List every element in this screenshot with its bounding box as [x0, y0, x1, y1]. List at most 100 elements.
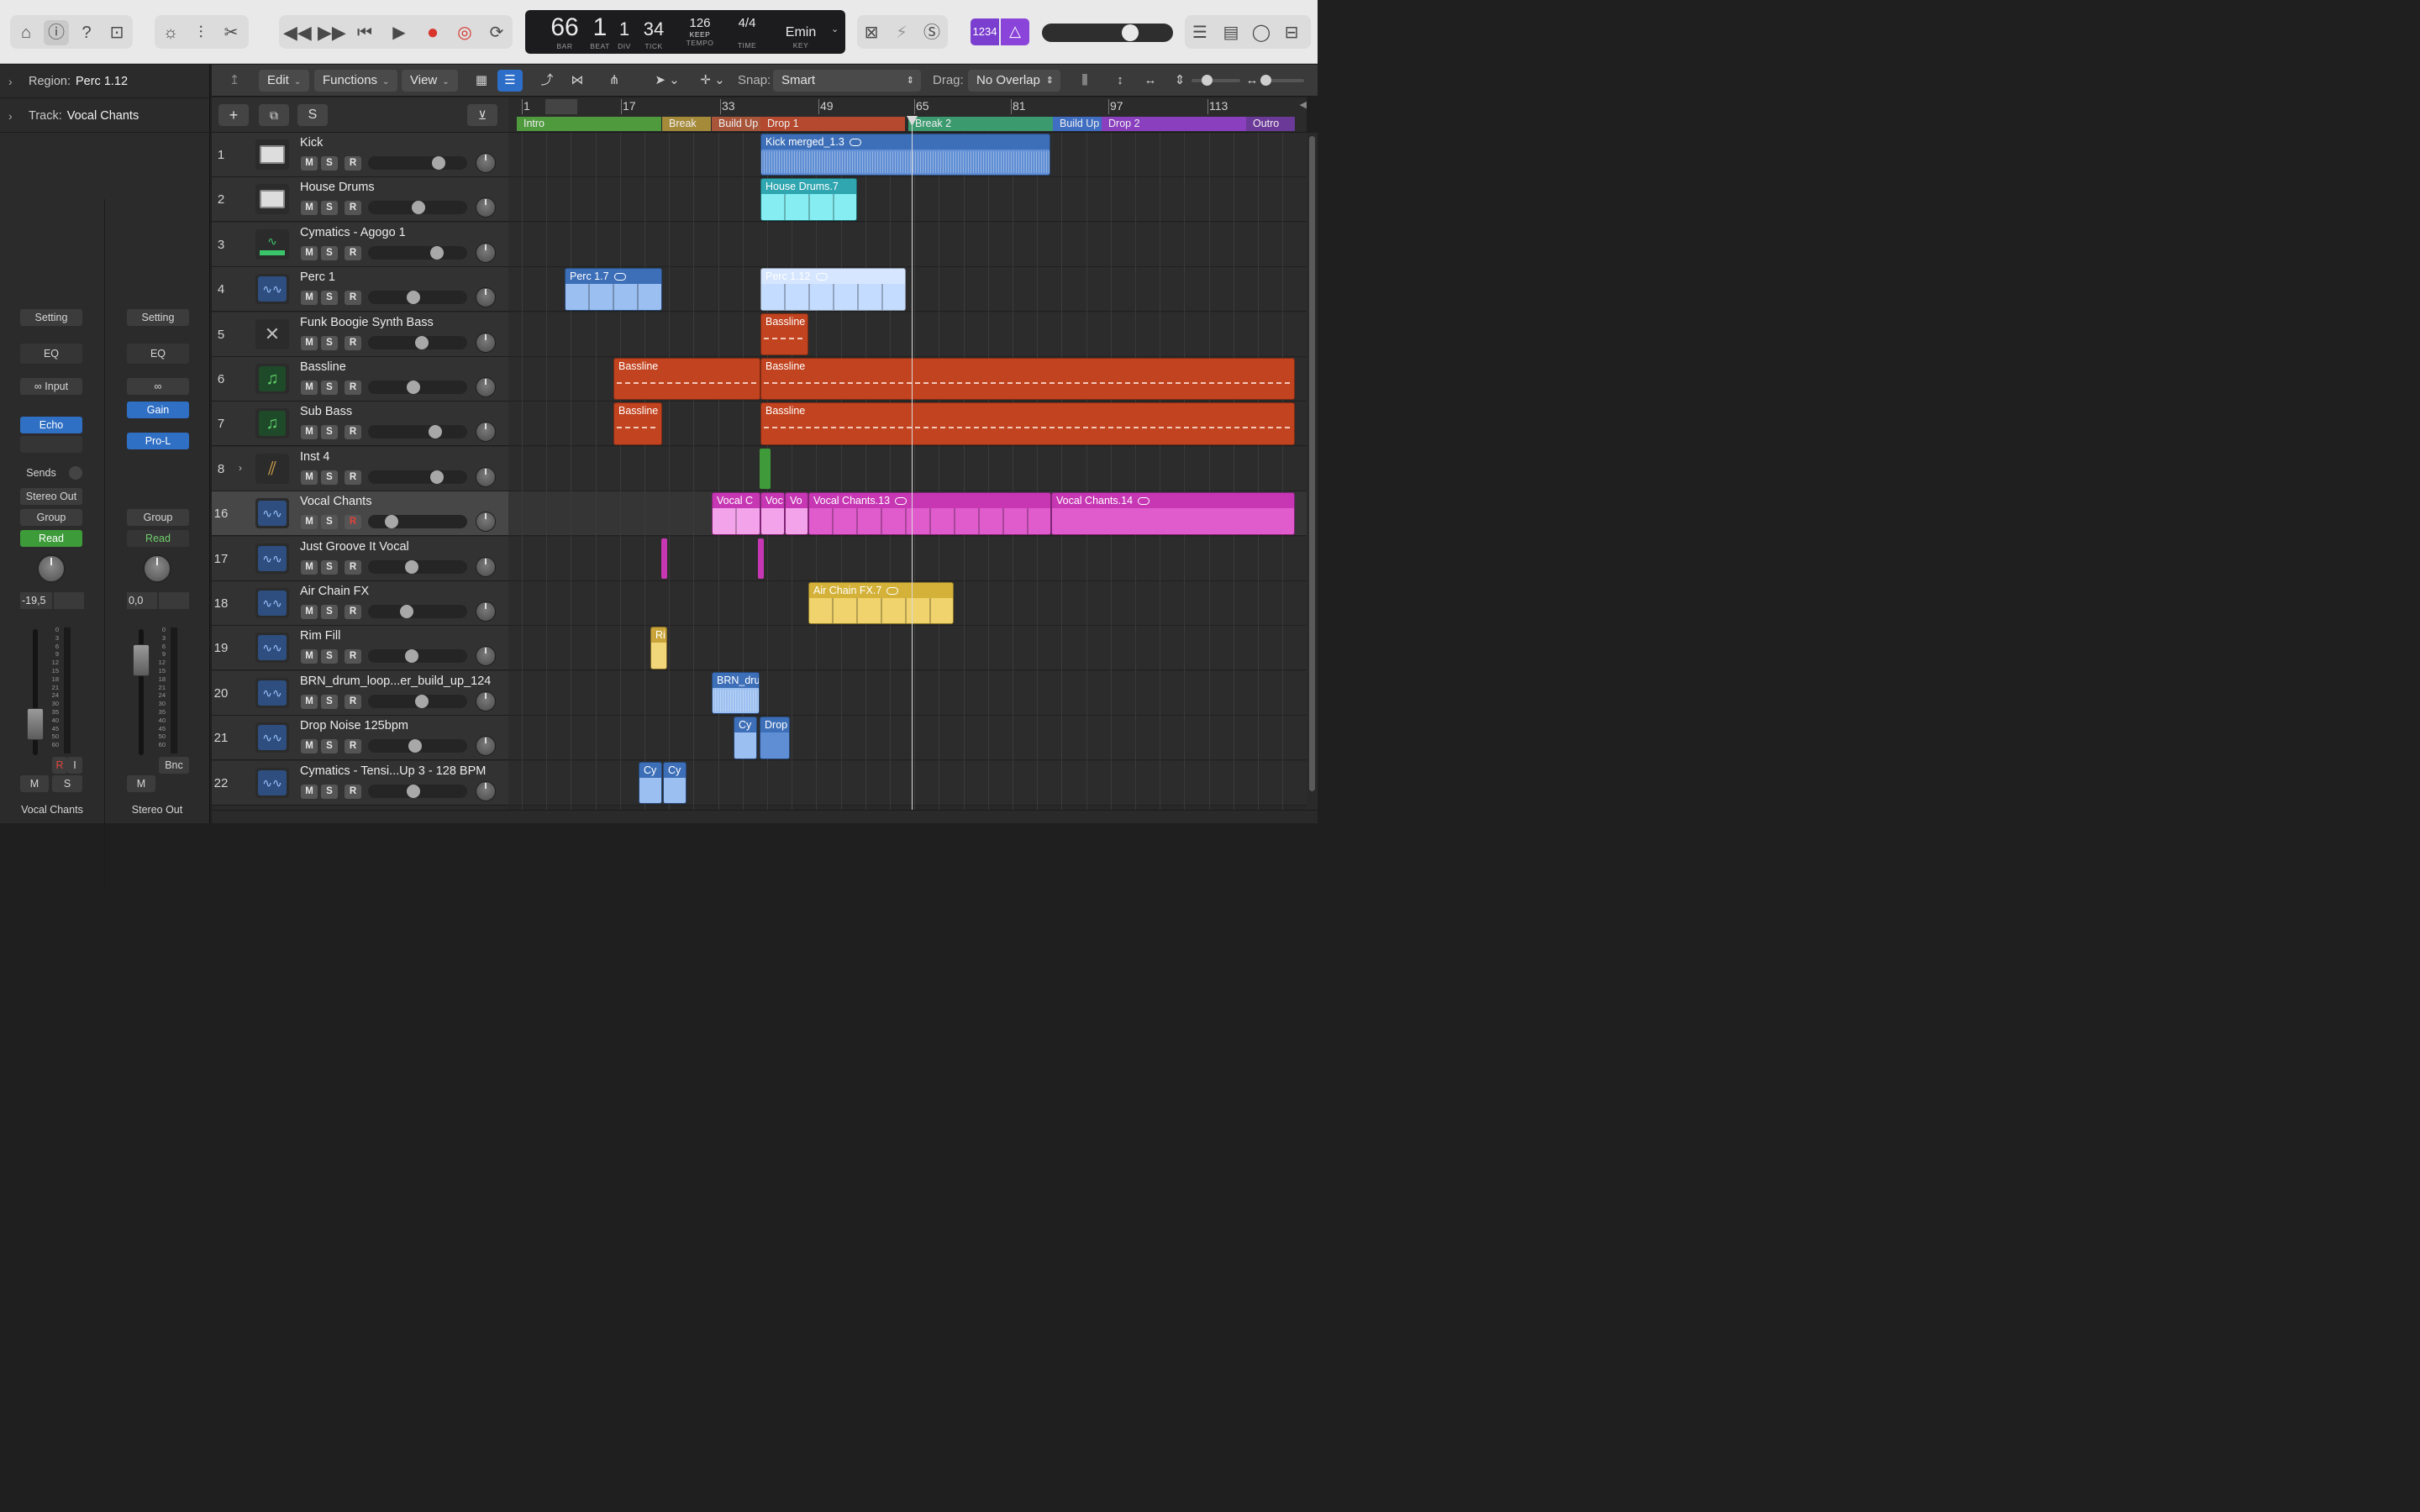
volume-readout[interactable]: 0,0: [127, 592, 157, 609]
duplicate-track-icon[interactable]: ⧉: [259, 104, 289, 126]
region-just-groove-it-vocal[interactable]: [758, 538, 764, 579]
track-volume-slider[interactable]: [368, 156, 467, 170]
track-lane[interactable]: [508, 222, 1307, 267]
track-volume-knob[interactable]: [432, 156, 445, 170]
record-icon[interactable]: ●: [420, 20, 445, 45]
track-mute-button[interactable]: M: [301, 694, 318, 709]
track-solo-button[interactable]: S: [321, 649, 338, 664]
marker-drop-2[interactable]: Drop 2: [1102, 117, 1246, 131]
region-inspector-header[interactable]: › Region: Perc 1.12: [0, 65, 210, 98]
record-enable-button[interactable]: R: [52, 757, 67, 774]
track-pan-knob[interactable]: [476, 736, 496, 757]
secondary-tool-icon[interactable]: ✛ ⌄: [696, 70, 729, 92]
pan-knob[interactable]: [143, 554, 171, 583]
track-volume-slider[interactable]: [368, 425, 467, 439]
lcd-dropdown-icon[interactable]: ⌄: [831, 24, 839, 34]
region-house-drums[interactable]: House Drums.7: [760, 178, 857, 221]
count-in-button[interactable]: 1234: [971, 18, 999, 45]
playhead[interactable]: [912, 118, 913, 810]
track-mute-button[interactable]: M: [301, 515, 318, 530]
automation-mode-button[interactable]: Read: [20, 530, 82, 547]
track-pan-knob[interactable]: [476, 512, 496, 533]
eq-button[interactable]: EQ: [20, 344, 82, 364]
tuner-icon[interactable]: ⚡: [889, 20, 914, 45]
grid-view-icon[interactable]: ▦: [469, 70, 494, 92]
waveform-icon[interactable]: ∿∿: [255, 722, 289, 753]
marker-break[interactable]: Break: [662, 117, 711, 131]
volume-fader-cap[interactable]: [133, 644, 150, 676]
drum-machine-icon[interactable]: [255, 184, 289, 215]
track-volume-knob[interactable]: [415, 335, 429, 349]
track-record-button[interactable]: R: [345, 156, 361, 171]
track-volume-slider[interactable]: [368, 291, 467, 305]
waveform-icon[interactable]: ∿∿: [255, 677, 289, 708]
region-vocal-chants[interactable]: Vocal C: [712, 492, 760, 535]
vertical-zoom-slider[interactable]: [1192, 75, 1240, 86]
marker-intro[interactable]: Intro: [517, 117, 661, 131]
track-record-button[interactable]: R: [345, 649, 361, 664]
track-mute-button[interactable]: M: [301, 605, 318, 619]
volume-readout[interactable]: -19,5: [20, 592, 52, 609]
track-volume-knob[interactable]: [400, 605, 413, 618]
track-volume-slider[interactable]: [368, 694, 467, 708]
track-mute-button[interactable]: M: [301, 335, 318, 350]
region-vocal-chants[interactable]: Voc: [760, 492, 785, 535]
region-cymatics-tension[interactable]: Cy: [663, 761, 687, 804]
track-name[interactable]: Air Chain FX: [300, 585, 369, 598]
track-solo-button[interactable]: S: [321, 425, 338, 440]
solo-button[interactable]: S: [52, 775, 82, 792]
plugin-pro-l-slot[interactable]: Pro-L: [127, 433, 189, 449]
eq-button[interactable]: EQ: [127, 344, 189, 364]
track-pan-knob[interactable]: [476, 466, 496, 487]
timeline-ruler[interactable]: 1 17 33 49 65 81 97 113 Intro Break Build Up Drop …: [508, 97, 1307, 133]
horizontal-zoom-knob[interactable]: [1260, 75, 1271, 86]
synth-stand-icon[interactable]: ✕: [255, 318, 289, 349]
track-mute-button[interactable]: M: [301, 291, 318, 306]
track-record-button[interactable]: R: [345, 381, 361, 395]
track-volume-slider[interactable]: [368, 605, 467, 618]
marker-break-2[interactable]: Break 2: [908, 117, 1053, 131]
input-monitor-button[interactable]: I: [67, 757, 82, 774]
track-header[interactable]: 21 ∿∿ Drop Noise 125bpm M S R: [212, 716, 508, 761]
track-inspector-header[interactable]: › Track: Vocal Chants: [0, 99, 210, 133]
add-track-button[interactable]: +: [218, 104, 249, 126]
rewind-icon[interactable]: ◀◀: [283, 20, 312, 45]
track-volume-knob[interactable]: [412, 201, 425, 215]
track-volume-slider[interactable]: [368, 245, 467, 260]
track-header[interactable]: 17 ∿∿ Just Groove It Vocal M S R: [212, 536, 508, 581]
track-volume-slider[interactable]: [368, 201, 467, 215]
track-mute-button[interactable]: M: [301, 245, 318, 260]
view-menu[interactable]: View ⌄: [402, 70, 458, 92]
vertical-scrollbar[interactable]: [1307, 133, 1318, 810]
track-header[interactable]: 20 ∿∿ BRN_drum_loop...er_build_up_124 M S R: [212, 670, 508, 716]
marker-build-up[interactable]: Build Up: [1053, 117, 1102, 131]
quick-help-icon[interactable]: ?: [74, 20, 99, 45]
track-name[interactable]: Inst 4: [300, 450, 329, 464]
track-volume-slider[interactable]: [368, 470, 467, 484]
cycle-icon[interactable]: ⟳: [484, 20, 509, 45]
track-volume-knob[interactable]: [408, 739, 422, 753]
browsers-icon[interactable]: ⊟: [1279, 20, 1304, 45]
track-header[interactable]: 3 ∿ Cymatics - Agogo 1 MSR: [212, 222, 508, 267]
region-vocal-chants[interactable]: Vo: [785, 492, 808, 535]
track-mute-button[interactable]: M: [301, 470, 318, 485]
track-lane[interactable]: [508, 760, 1307, 806]
track-mute-button[interactable]: M: [301, 381, 318, 395]
region-perc-1-7[interactable]: Perc 1.7: [565, 268, 662, 311]
track-pan-knob[interactable]: [476, 287, 496, 308]
volume-fader-cap[interactable]: [27, 708, 44, 740]
track-volume-knob[interactable]: [430, 470, 444, 484]
horizontal-zoom-slider[interactable]: [1260, 75, 1304, 86]
waveform-icon[interactable]: ∿∿: [255, 588, 289, 618]
group-button[interactable]: Group: [127, 509, 189, 526]
track-volume-slider[interactable]: [368, 649, 467, 664]
track-volume-slider[interactable]: [368, 381, 467, 394]
track-record-button[interactable]: R: [345, 559, 361, 575]
track-name[interactable]: Vocal Chants: [300, 495, 371, 508]
track-header[interactable]: 22 ∿∿ Cymatics - Tensi...Up 3 - 128 BPM M S R: [212, 760, 508, 806]
list-view-icon[interactable]: ☰: [497, 70, 523, 92]
vertical-scrollbar-thumb[interactable]: [1309, 136, 1315, 791]
horizontal-scrollbar[interactable]: [212, 810, 1318, 823]
track-header[interactable]: 6 ♫ Bassline M S R: [212, 357, 508, 402]
input-button[interactable]: ∞ Input: [20, 378, 82, 395]
